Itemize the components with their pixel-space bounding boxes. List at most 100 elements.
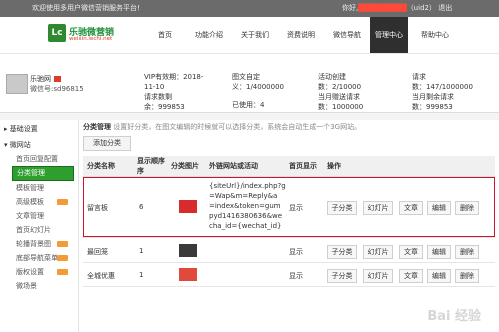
nav-about[interactable]: 关于我们 <box>236 17 274 53</box>
table-header: 分类名称 显示顺序序 分类图片 外链网站或活动 首页显示 操作 <box>83 156 495 177</box>
sidebar-item-category[interactable]: 分类管理 <box>12 166 74 181</box>
row-order: 1 <box>139 271 144 279</box>
slides-button[interactable]: 幻灯片 <box>363 269 393 283</box>
flag-icon <box>54 76 61 82</box>
nav-home[interactable]: 首页 <box>150 17 180 53</box>
logout-link[interactable]: 退出 <box>438 4 452 12</box>
breadcrumb: 分类管理 设置好分类，在图文编辑的时候就可以选择分类，系统会自动生成一个3G网站… <box>83 122 361 132</box>
wechat-id: 微信号:sd96815 <box>30 85 84 93</box>
subcategory-button[interactable]: 子分类 <box>327 245 357 259</box>
activities-label: 活动创建 <box>318 73 346 81</box>
delete-button[interactable]: 删除 <box>455 201 479 215</box>
custom-pics-value: 义：1/4000000 <box>232 83 284 91</box>
nav-help[interactable]: 帮助中心 <box>416 17 454 53</box>
new-badge-icon <box>57 255 68 261</box>
item-label: 首页回复配置 <box>16 155 58 163</box>
delete-button[interactable]: 删除 <box>455 269 479 283</box>
sidebar-item-home-slides[interactable]: 首页幻灯片 <box>0 224 78 237</box>
edit-button[interactable]: 编辑 <box>427 269 451 283</box>
site-logo[interactable]: Lc 乐驰微营销 weixin.lechi.net <box>48 24 124 48</box>
col-link: 外链网站或活动 <box>209 162 258 170</box>
stat-custom-pics: 图文自定 义：1/4000000 已使用：4 <box>232 72 284 110</box>
add-category-button[interactable]: 添加分类 <box>83 136 131 151</box>
sidebar-item-bottom-nav[interactable]: 底部导航菜单 <box>0 252 78 265</box>
top-bar: 欢迎使用多用户微信营销服务平台! 你好,█████████（uid2） 退出 <box>0 0 499 17</box>
link-line: cha_id={wechat_id} <box>209 222 282 230</box>
row-name: 留言板 <box>87 204 108 212</box>
watermark: Bai 经验 <box>427 309 481 324</box>
row-display: 显示 <box>289 248 303 256</box>
new-badge-icon <box>57 199 68 205</box>
nav-pricing[interactable]: 资费说明 <box>282 17 320 53</box>
edit-button[interactable]: 编辑 <box>427 201 451 215</box>
custom-pics-label: 图文自定 <box>232 73 260 81</box>
content-area: 乐驰网 微信号:sd96815 VIP有效期：2018- 11-10 请求数剩 … <box>0 54 499 332</box>
link-line: {siteUrl}/index.php?g <box>209 182 286 190</box>
sidebar-item-articles[interactable]: 文章管理 <box>0 210 78 223</box>
slides-button[interactable]: 幻灯片 <box>363 245 393 259</box>
item-label: 文章管理 <box>16 212 44 220</box>
col-order-label: 显示顺序 <box>137 157 165 165</box>
nav-features[interactable]: 功能介绍 <box>190 17 228 53</box>
monthly-gift-value: 数：1000000 <box>318 103 364 111</box>
articles-button[interactable]: 文章 <box>399 269 423 283</box>
group-label: 基础设置 <box>9 125 38 133</box>
sidebar: ▸ 基础设置 ▾ 微网站 首页回复配置 分类管理 模板管理 高级模板 文章管理 … <box>0 120 79 332</box>
main-panel: 分类管理 设置好分类，在图文编辑的时候就可以选择分类，系统会自动生成一个3G网站… <box>79 120 499 332</box>
link-line: =index&token=gum <box>209 202 281 210</box>
table-row: 全城优惠 1 显示 子分类 幻灯片 文章 编辑 删除 <box>83 264 495 287</box>
sidebar-item-microscene[interactable]: 微场景 <box>0 280 78 293</box>
new-badge-icon <box>57 241 68 247</box>
edit-button[interactable]: 编辑 <box>427 245 451 259</box>
account-name: 乐驰网 <box>30 74 61 84</box>
row-order: 1 <box>139 247 144 255</box>
item-label: 版权设置 <box>16 268 44 276</box>
vip-date: 11-10 <box>144 83 165 91</box>
nav-admin-center[interactable]: 管理中心 <box>370 17 408 53</box>
sidebar-group-microsite[interactable]: ▾ 微网站 <box>4 138 31 152</box>
col-name: 分类名称 <box>87 162 115 170</box>
subcategory-button[interactable]: 子分类 <box>327 201 357 215</box>
greeting: 你好, <box>342 4 359 12</box>
sidebar-item-template[interactable]: 模板管理 <box>0 182 78 195</box>
row-order: 6 <box>139 203 144 211</box>
col-order-sub: 序 <box>137 167 144 175</box>
col-actions: 操作 <box>327 162 341 170</box>
sidebar-group-basic[interactable]: ▸ 基础设置 <box>4 122 38 136</box>
item-label: 轮播背景图 <box>16 240 51 248</box>
username-link[interactable]: █████████ <box>358 4 406 12</box>
account-name-text: 乐驰网 <box>30 75 51 83</box>
slides-button[interactable]: 幻灯片 <box>363 201 393 215</box>
requests-remaining: 余：999853 <box>144 103 185 111</box>
sidebar-item-advanced-template[interactable]: 高级模板 <box>0 196 78 209</box>
item-label: 模板管理 <box>16 184 44 192</box>
sidebar-item-carousel-bg[interactable]: 轮播背景图 <box>0 238 78 251</box>
articles-button[interactable]: 文章 <box>399 245 423 259</box>
group-label: 微网站 <box>9 141 31 149</box>
account-info-bar: 乐驰网 微信号:sd96815 VIP有效期：2018- 11-10 请求数剩 … <box>0 54 499 113</box>
row-name: 全城优惠 <box>87 272 115 280</box>
item-label: 分类管理 <box>17 169 45 177</box>
logo-badge: Lc <box>48 24 66 42</box>
delete-button[interactable]: 删除 <box>455 245 479 259</box>
stat-requests: 请求 数：147/1000000 当月剩余请求 数：999853 <box>412 72 473 112</box>
stat-activities: 活动创建 数：2/10000 当月赠送请求 数：1000000 <box>318 72 363 112</box>
month-remain-label: 当月剩余请求 <box>412 93 454 101</box>
avatar <box>6 74 28 94</box>
requests-label: 请求数剩 <box>144 93 172 101</box>
monthly-gift-label: 当月赠送请求 <box>318 93 360 101</box>
col-order: 显示顺序序 <box>137 156 165 176</box>
page-description: 设置好分类，在图文编辑的时候就可以选择分类，系统会自动生成一个3G网站。 <box>113 123 362 131</box>
month-remain-value: 数：999853 <box>412 103 453 111</box>
articles-button[interactable]: 文章 <box>399 201 423 215</box>
logo-site: weixin.lechi.net <box>69 36 113 42</box>
req-label: 请求 <box>412 73 426 81</box>
category-thumbnail <box>179 244 197 257</box>
subcategory-button[interactable]: 子分类 <box>327 269 357 283</box>
sidebar-item-copyright[interactable]: 版权设置 <box>0 266 78 279</box>
nav-wechat-guide[interactable]: 微信导航 <box>328 17 366 53</box>
link-line: pyd1416380636&we <box>209 212 283 220</box>
sidebar-item-home-reply[interactable]: 首页回复配置 <box>0 153 78 166</box>
page-title: 分类管理 <box>83 123 111 131</box>
item-label: 微场景 <box>16 282 37 290</box>
